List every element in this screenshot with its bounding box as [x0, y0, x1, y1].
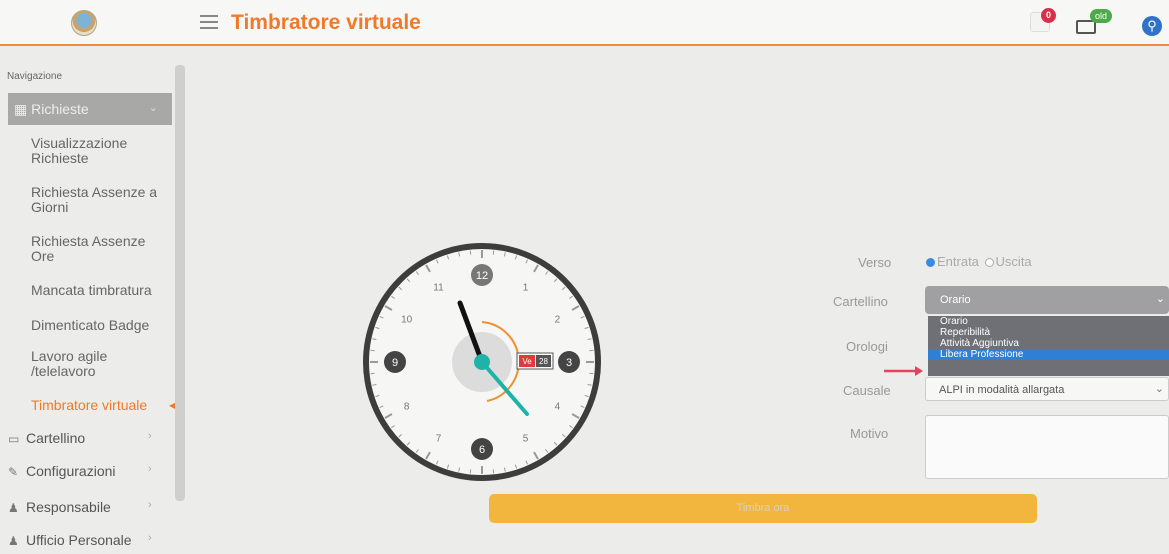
sidebar-group-label: Cartellino — [26, 430, 86, 446]
chevron-right-icon: › — [148, 532, 152, 544]
motivo-textarea[interactable] — [925, 415, 1169, 479]
sidebar-group-label: Responsabile — [26, 499, 111, 515]
clock-numeral: 3 — [566, 357, 572, 369]
cartellino-dropdown: Orario Reperibilità Attività Aggiuntiva … — [928, 316, 1169, 376]
cartellino-label: Cartellino — [833, 294, 888, 309]
date-day: Ve — [522, 357, 532, 366]
sidebar-group-label: Configurazioni — [26, 463, 116, 479]
sidebar-item-assenze-ore[interactable]: Richiesta Assenze Ore — [31, 234, 171, 264]
timbra-ora-button[interactable]: Timbra ora — [489, 494, 1037, 523]
chevron-down-icon: ⌄ — [1155, 293, 1165, 305]
sidebar-item-visualizzazione-richieste[interactable]: Visualizzazione Richieste — [31, 136, 171, 166]
radio-uscita[interactable] — [984, 258, 994, 268]
sidebar-group-label: Ufficio Personale — [26, 532, 132, 548]
logo[interactable] — [71, 10, 97, 36]
clock-numeral: 1 — [523, 283, 529, 294]
sidebar-group-label: Richieste — [31, 101, 89, 117]
motivo-label: Motivo — [850, 426, 889, 441]
sidebar-item-mancata-timbratura[interactable]: Mancata timbratura — [31, 283, 171, 298]
red-arrow-annotation — [884, 366, 923, 376]
sidebar-item-lavoro-agile[interactable]: Lavoro agile /telelavoro — [31, 349, 171, 379]
calendar-icon: ▭ — [8, 432, 20, 446]
radio-entrata-label[interactable]: Entrata — [937, 254, 979, 269]
page-title: Timbratore virtuale — [231, 11, 421, 34]
sidebar: Navigazione ▦ Richieste ⌄ Visualizzazion… — [0, 48, 186, 554]
clock-numeral: 10 — [401, 315, 413, 326]
verso-label: Verso — [858, 255, 892, 270]
sidebar-item-timbratore-virtuale[interactable]: Timbratore virtuale ◀ — [31, 397, 178, 413]
sidebar-item-dimenticato-badge[interactable]: Dimenticato Badge — [31, 318, 171, 333]
nav-title: Navigazione — [7, 71, 63, 82]
clock-numeral: 2 — [555, 315, 561, 326]
accessibility-icon[interactable]: ⚲ — [1142, 16, 1162, 36]
cartellino-select[interactable]: Orario ⌄ — [925, 286, 1169, 314]
notification-badge: 0 — [1041, 8, 1056, 23]
list-icon: ▦ — [14, 101, 32, 117]
mail-badge: old — [1090, 9, 1112, 23]
sidebar-group-ufficio-personale[interactable]: ♟ Ufficio Personale › — [8, 532, 168, 548]
chevron-right-icon: › — [148, 499, 152, 511]
sidebar-group-richieste[interactable]: ▦ Richieste ⌄ — [8, 93, 172, 125]
causale-select-value: ALPI in modalità allargata — [939, 384, 1065, 396]
clock-numeral: 12 — [476, 270, 488, 282]
sidebar-group-configurazioni[interactable]: ✎ Configurazioni › — [8, 463, 168, 479]
verso-radio-group: Entrata Uscita — [926, 254, 1032, 269]
hamburger-menu-icon[interactable] — [200, 15, 218, 31]
clock-numeral: 7 — [436, 433, 442, 444]
dropdown-option-reperibilita[interactable]: Reperibilità — [928, 327, 1169, 338]
clock-numeral: 4 — [555, 402, 561, 413]
analog-clock: 12 1 2 3 4 5 6 7 8 9 10 11 Ve 28 — [362, 242, 602, 482]
chevron-down-icon: ⌄ — [1154, 383, 1164, 395]
clock-pin — [474, 354, 490, 370]
wrench-icon: ✎ — [8, 465, 19, 479]
date-num: 28 — [539, 357, 548, 366]
clock-numeral: 6 — [479, 444, 485, 456]
sidebar-scrollbar[interactable] — [175, 65, 185, 501]
clock-numeral: 11 — [433, 283, 444, 294]
dropdown-option-orario[interactable]: Orario — [928, 316, 1169, 327]
clock-numeral: 5 — [523, 433, 529, 444]
orologi-label: Orologi — [846, 339, 888, 354]
users-icon: ♟ — [8, 534, 19, 548]
causale-select[interactable]: ALPI in modalità allargata ⌄ — [925, 377, 1169, 401]
dropdown-option-attivita-aggiuntiva[interactable]: Attività Aggiuntiva — [928, 338, 1169, 349]
dropdown-option-libera-professione[interactable]: Libera Professione — [928, 349, 1169, 360]
cartellino-select-value: Orario — [940, 294, 971, 306]
radio-entrata[interactable] — [926, 258, 935, 268]
sidebar-group-responsabile[interactable]: ♟ Responsabile › — [8, 499, 168, 515]
sidebar-item-assenze-giorni[interactable]: Richiesta Assenze a Giorni — [31, 185, 171, 215]
clock-numeral: 8 — [404, 402, 410, 413]
causale-label: Causale — [843, 383, 891, 398]
top-header: Timbratore virtuale 0 old ⚲ — [0, 0, 1169, 46]
chevron-down-icon: ⌄ — [148, 102, 158, 114]
chevron-right-icon: › — [148, 463, 152, 475]
user-icon: ♟ — [8, 501, 19, 515]
radio-uscita-label[interactable]: Uscita — [996, 254, 1032, 269]
chevron-right-icon: › — [148, 430, 152, 442]
sidebar-group-cartellino[interactable]: ▭ Cartellino › — [8, 430, 168, 446]
clock-numeral: 9 — [392, 357, 398, 369]
sidebar-item-label: Timbratore virtuale — [31, 397, 148, 413]
